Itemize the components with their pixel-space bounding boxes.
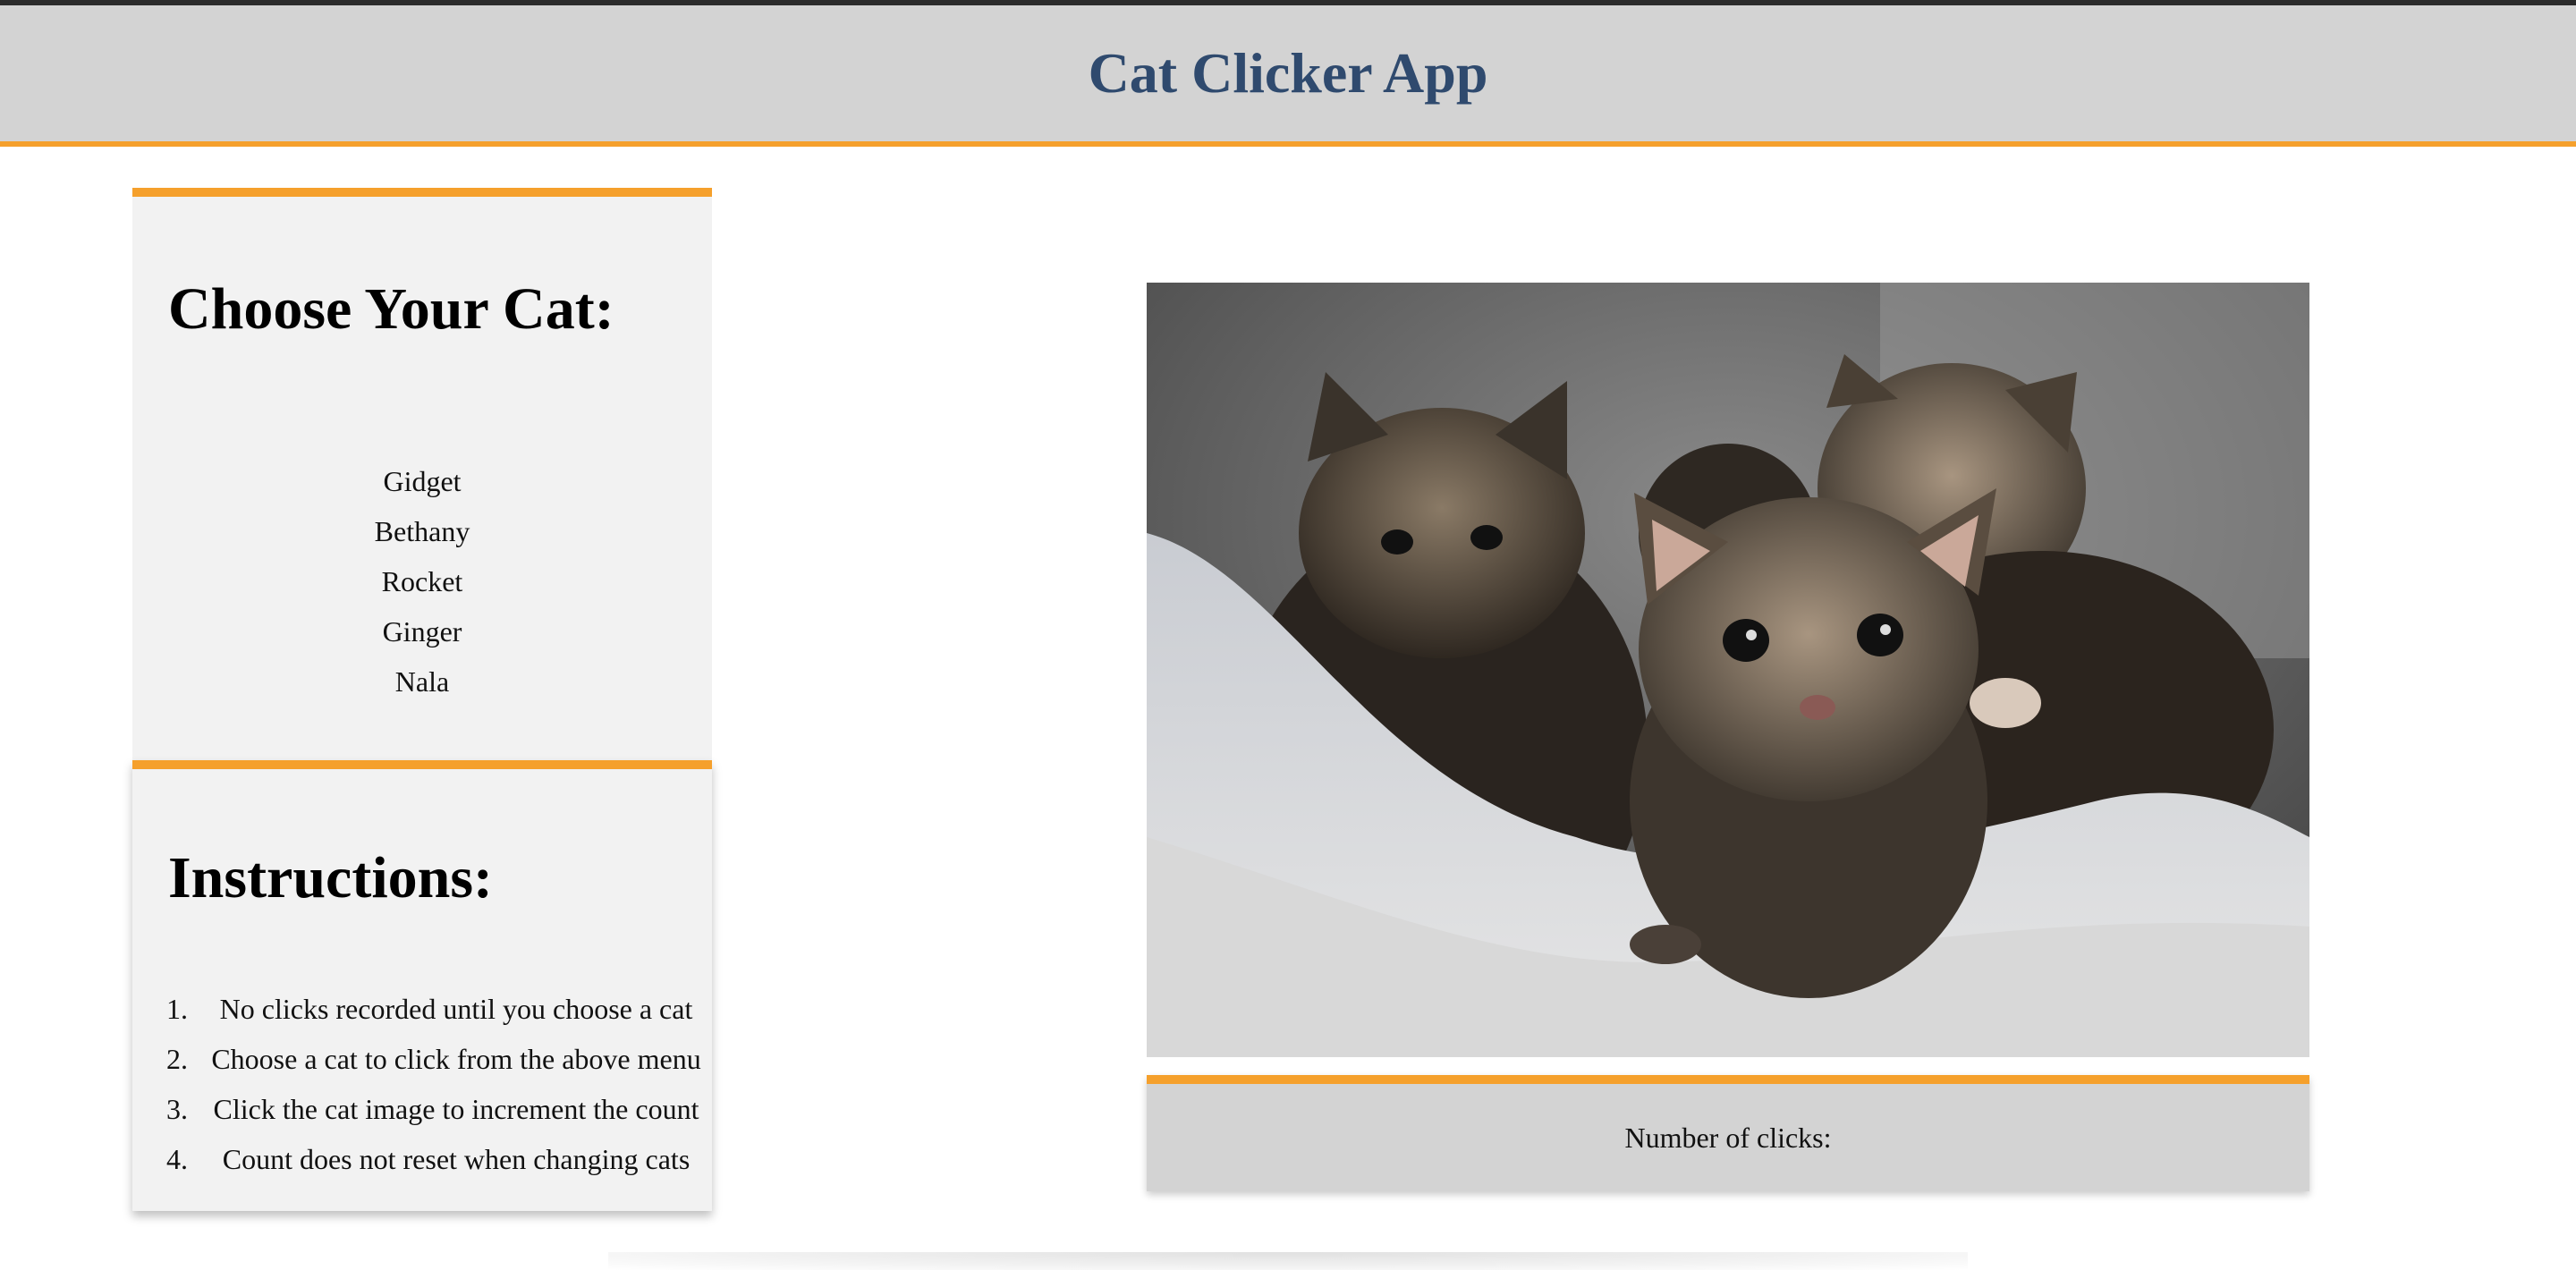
click-counter-panel: Number of clicks: bbox=[1147, 1075, 2309, 1191]
cat-list: Gidget Bethany Rocket Ginger Nala bbox=[132, 456, 712, 707]
bottom-shadow bbox=[608, 1252, 1968, 1270]
instruction-number: 2. bbox=[166, 1043, 188, 1075]
click-counter-label: Number of clicks: bbox=[1624, 1121, 1832, 1154]
app-header: Cat Clicker App bbox=[0, 5, 2576, 147]
instruction-number: 1. bbox=[166, 993, 188, 1025]
cat-item-bethany[interactable]: Bethany bbox=[132, 506, 712, 556]
cat-item-gidget[interactable]: Gidget bbox=[132, 456, 712, 506]
instruction-item: 4. Count does not reset when changing ca… bbox=[166, 1134, 703, 1184]
instruction-item: 1. No clicks recorded until you choose a… bbox=[166, 984, 703, 1034]
instruction-text: Choose a cat to click from the above men… bbox=[211, 1043, 701, 1075]
cat-menu-heading: Choose Your Cat: bbox=[168, 276, 614, 342]
cat-menu-panel: Choose Your Cat: Gidget Bethany Rocket G… bbox=[132, 188, 712, 760]
instructions-panel: Instructions: 1. No clicks recorded unti… bbox=[132, 760, 712, 1211]
cat-item-rocket[interactable]: Rocket bbox=[132, 556, 712, 606]
cat-item-ginger[interactable]: Ginger bbox=[132, 606, 712, 656]
cat-item-nala[interactable]: Nala bbox=[132, 656, 712, 707]
cat-image[interactable] bbox=[1147, 283, 2309, 1057]
kittens-photo-icon bbox=[1147, 283, 2309, 1057]
instruction-text: Count does not reset when changing cats bbox=[222, 1143, 691, 1175]
instruction-text: No clicks recorded until you choose a ca… bbox=[219, 993, 693, 1025]
instruction-text: Click the cat image to increment the cou… bbox=[213, 1093, 699, 1125]
instructions-list: 1. No clicks recorded until you choose a… bbox=[166, 984, 703, 1184]
instruction-number: 4. bbox=[166, 1143, 188, 1175]
instruction-item: 3. Click the cat image to increment the … bbox=[166, 1084, 703, 1134]
app-title: Cat Clicker App bbox=[1088, 41, 1488, 105]
instructions-heading: Instructions: bbox=[168, 845, 494, 910]
instruction-number: 3. bbox=[166, 1093, 188, 1125]
instruction-item: 2. Choose a cat to click from the above … bbox=[166, 1034, 703, 1084]
